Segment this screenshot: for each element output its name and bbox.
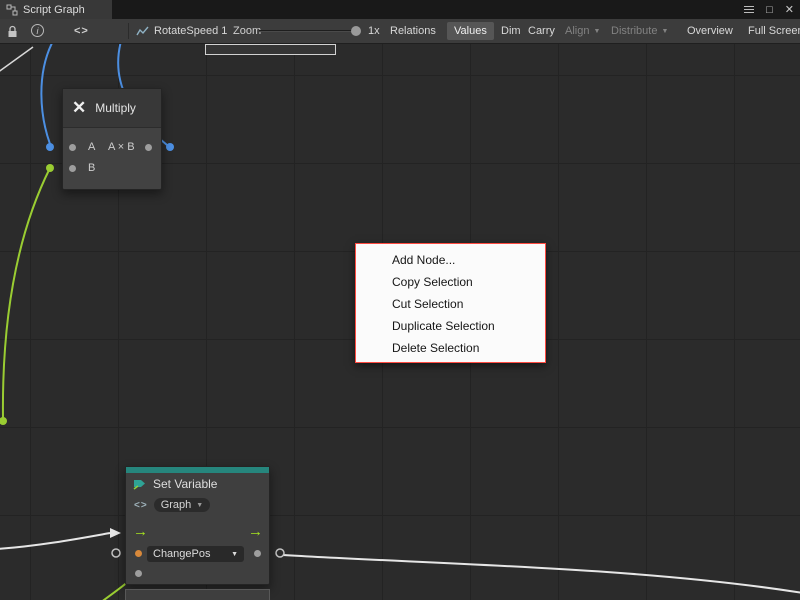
- flow-arrowhead: [110, 528, 121, 538]
- menu-item-add-node[interactable]: Add Node...: [356, 249, 545, 271]
- menu-item-cut-selection[interactable]: Cut Selection: [356, 293, 545, 315]
- multiply-node-title: Multiply: [95, 101, 136, 115]
- tab-bar: Script Graph □ ✕: [0, 0, 800, 19]
- wire-white-flow-in: [0, 533, 110, 549]
- window-menu-icon[interactable]: [744, 6, 754, 14]
- wire-end-dot-green: [46, 164, 54, 172]
- set-variable-node[interactable]: Set Variable <> Graph ▼ → → ChangePos ▼: [125, 466, 270, 585]
- wire-end-dot-blue: [166, 143, 174, 151]
- dim-button[interactable]: Dim: [497, 19, 525, 43]
- variable-name-label: ChangePos: [153, 548, 211, 560]
- port-b-input[interactable]: [69, 165, 76, 172]
- carry-button[interactable]: Carry: [524, 19, 559, 43]
- multiply-node-header[interactable]: ✕ Multiply: [63, 89, 161, 128]
- multiply-icon: ✕: [72, 98, 86, 118]
- set-variable-icon: [133, 478, 147, 491]
- full-screen-button[interactable]: Full Screen: [744, 19, 800, 43]
- graph-toolbar: i <> RotateSpeed 1 Zoom 1x Relations Val…: [0, 19, 800, 44]
- variable-scope-dropdown[interactable]: Graph ▼: [154, 498, 211, 512]
- menu-item-copy-selection[interactable]: Copy Selection: [356, 271, 545, 293]
- toolbar-separator: [128, 23, 129, 39]
- align-dropdown[interactable]: Align ▼: [561, 19, 604, 43]
- tab-title: Script Graph: [23, 4, 85, 16]
- set-variable-subheader: <> Graph ▼: [126, 495, 269, 515]
- code-view-button[interactable]: <>: [74, 19, 89, 43]
- port-a-input[interactable]: [69, 144, 76, 151]
- unconnected-port-circle: [112, 549, 120, 557]
- set-variable-title: Set Variable: [153, 477, 217, 491]
- wire-white-out: [283, 555, 800, 593]
- zoom-slider-handle[interactable]: [351, 26, 361, 36]
- slider-popup-box: [205, 44, 336, 55]
- menu-item-duplicate-selection[interactable]: Duplicate Selection: [356, 315, 545, 337]
- window-controls: □ ✕: [744, 0, 794, 19]
- node-below-cutoff[interactable]: [125, 589, 270, 600]
- info-icon[interactable]: i: [31, 24, 44, 37]
- value-output-port[interactable]: [254, 550, 261, 557]
- menu-item-delete-selection[interactable]: Delete Selection: [356, 337, 545, 359]
- port-result-output[interactable]: [145, 144, 152, 151]
- graph-glyph-icon: [136, 26, 149, 37]
- close-icon[interactable]: ✕: [785, 3, 794, 16]
- zoom-value: 1x: [368, 19, 380, 43]
- tab-script-graph[interactable]: Script Graph: [0, 0, 112, 19]
- caret-down-icon: ▼: [231, 551, 238, 558]
- zoom-label: Zoom: [233, 19, 261, 43]
- caret-down-icon: ▼: [196, 502, 203, 509]
- port-a-label: A: [88, 141, 95, 153]
- overview-button[interactable]: Overview: [683, 19, 737, 43]
- align-label: Align: [565, 25, 589, 37]
- value-input-port[interactable]: [135, 550, 142, 557]
- wire-end-dot-green: [0, 417, 7, 425]
- wire-end-dot-blue: [46, 143, 54, 151]
- maximize-icon[interactable]: □: [766, 4, 773, 16]
- script-graph-icon: [6, 4, 18, 16]
- zoom-slider-track[interactable]: [259, 30, 359, 32]
- zoom-slider[interactable]: [259, 19, 359, 43]
- relations-button[interactable]: Relations: [386, 19, 440, 43]
- fallback-input-port[interactable]: [135, 570, 142, 577]
- graph-reference-label: RotateSpeed 1: [154, 25, 227, 37]
- distribute-label: Distribute: [611, 25, 657, 37]
- graph-canvas[interactable]: ✕ Multiply A A × B B Set Variable <>: [0, 44, 800, 600]
- flow-output-port[interactable]: →: [248, 525, 263, 539]
- wire-white-stub: [0, 47, 33, 73]
- caret-down-icon: ▼: [593, 28, 600, 35]
- port-b-label: B: [88, 162, 95, 174]
- wire-blue-a: [41, 44, 53, 144]
- multiply-node[interactable]: ✕ Multiply A A × B B: [62, 88, 162, 190]
- context-menu: Add Node... Copy Selection Cut Selection…: [355, 243, 546, 363]
- scope-label: Graph: [161, 499, 192, 511]
- graph-reference-button[interactable]: RotateSpeed 1: [136, 19, 227, 43]
- flow-input-port[interactable]: →: [133, 525, 148, 539]
- variable-name-dropdown[interactable]: ChangePos ▼: [147, 546, 244, 562]
- unconnected-port-circle: [276, 549, 284, 557]
- set-variable-header[interactable]: Set Variable: [126, 473, 269, 495]
- lock-icon[interactable]: [7, 19, 18, 43]
- port-result-label: A × B: [108, 141, 135, 153]
- caret-down-icon: ▼: [661, 28, 668, 35]
- distribute-dropdown[interactable]: Distribute ▼: [607, 19, 672, 43]
- code-glyph-icon: <>: [134, 500, 148, 511]
- wire-green-b: [3, 168, 50, 418]
- set-variable-body: → → ChangePos ▼: [126, 515, 269, 586]
- values-button[interactable]: Values: [447, 22, 494, 40]
- script-graph-window: Script Graph □ ✕ i <> RotateSpeed 1 Zoom: [0, 0, 800, 600]
